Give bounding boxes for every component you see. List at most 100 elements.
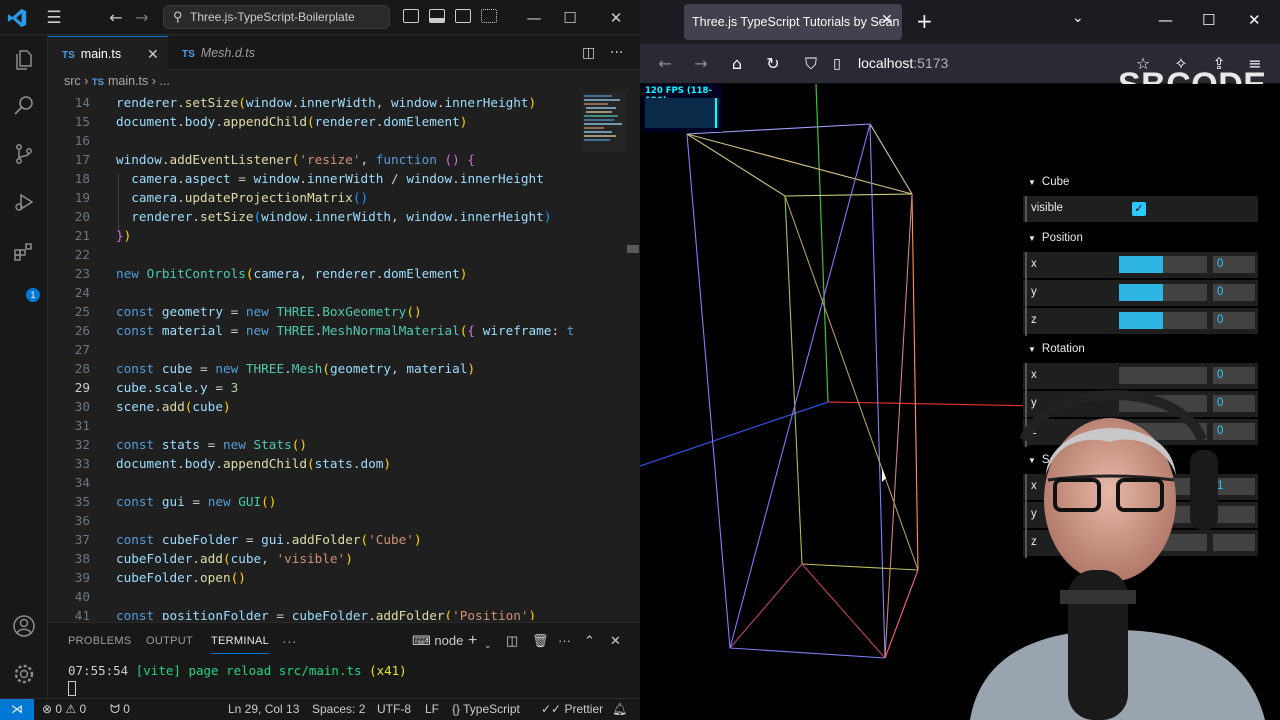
code-line[interactable]: 25 const geometry = new THREE.BoxGeometry… xyxy=(48,302,578,321)
breadcrumb-folder[interactable]: src xyxy=(64,74,81,88)
code-line[interactable]: 18 camera.aspect = window.innerWidth / w… xyxy=(48,169,578,188)
close-tab-icon[interactable]: ✕ xyxy=(147,37,159,71)
end-of-line[interactable]: LF xyxy=(425,699,439,720)
code-line[interactable]: 38 cubeFolder.add(cube, 'visible') xyxy=(48,549,578,568)
tab-output[interactable]: OUTPUT xyxy=(146,633,193,649)
toggle-panel-icon[interactable] xyxy=(429,9,445,23)
code-line[interactable]: 41 const positionFolder = cubeFolder.addF… xyxy=(48,606,578,620)
tab-problems[interactable]: PROBLEMS xyxy=(68,633,132,649)
code-line[interactable]: 39 cubeFolder.open() xyxy=(48,568,578,587)
new-terminal-icon[interactable]: + xyxy=(468,632,477,650)
maximize-panel-icon[interactable]: ⌃ xyxy=(584,632,595,650)
forward-arrow-icon[interactable]: → xyxy=(132,8,152,28)
minimap[interactable] xyxy=(582,92,626,152)
menu-icon[interactable]: ☰ xyxy=(42,9,66,27)
code-line[interactable]: 32 const stats = new Stats() xyxy=(48,435,578,454)
code-line[interactable]: 15 document.body.appendChild(renderer.dom… xyxy=(48,112,578,131)
encoding[interactable]: UTF-8 xyxy=(377,699,411,720)
code-line[interactable]: 31 xyxy=(48,416,578,435)
position-x-slider[interactable] xyxy=(1119,256,1207,273)
breadcrumb-file[interactable]: main.ts xyxy=(108,74,148,88)
code-line[interactable]: 30 scene.add(cube) xyxy=(48,397,578,416)
more-tabs-icon[interactable]: ··· xyxy=(282,633,297,649)
back-arrow-icon[interactable]: ← xyxy=(106,8,126,28)
tracking-shield-icon[interactable]: ⛉ xyxy=(800,54,822,74)
position-x-input[interactable]: 0 xyxy=(1213,256,1255,273)
tab-mesh-d-ts[interactable]: TS Mesh.d.ts xyxy=(168,36,278,70)
browser-tab[interactable]: Three.js TypeScript Tutorials by Sean xyxy=(684,4,902,40)
split-editor-icon[interactable]: ◫ xyxy=(582,44,595,62)
code-line[interactable]: 16 xyxy=(48,131,578,150)
command-center-search[interactable]: ⚲ Three.js-TypeScript-Boilerplate xyxy=(163,5,390,29)
source-control-icon[interactable] xyxy=(12,142,36,166)
code-line[interactable]: 20 renderer.setSize(window.innerWidth, w… xyxy=(48,207,578,226)
extensions-icon[interactable] xyxy=(12,240,36,264)
tab-terminal[interactable]: TERMINAL xyxy=(211,633,270,654)
code-line[interactable]: 22 xyxy=(48,245,578,264)
code-line[interactable]: 28 const cube = new THREE.Mesh(geometry, … xyxy=(48,359,578,378)
tab-main-ts[interactable]: TS main.ts ✕ xyxy=(48,36,168,70)
cursor-position[interactable]: Ln 29, Col 13 xyxy=(228,699,299,720)
language-mode[interactable]: {} TypeScript xyxy=(452,699,520,720)
more-actions-icon[interactable]: ··· xyxy=(558,632,571,650)
code-line[interactable]: 33 document.body.appendChild(stats.dom) xyxy=(48,454,578,473)
search-icon[interactable] xyxy=(12,94,36,118)
close-panel-icon[interactable]: ✕ xyxy=(610,632,621,650)
position-y-slider[interactable] xyxy=(1119,284,1207,301)
chevron-down-icon[interactable]: ⌄ xyxy=(484,636,492,654)
page-info-icon[interactable]: ▯ xyxy=(826,54,848,74)
code-editor[interactable]: 14 renderer.setSize(window.innerWidth, wi… xyxy=(48,90,578,620)
notifications-bell-icon[interactable]: 🔔︎ xyxy=(612,699,627,720)
terminal-selector[interactable]: ⌨ node xyxy=(412,632,463,650)
settings-gear-icon[interactable] xyxy=(12,662,36,686)
code-line[interactable]: 40 xyxy=(48,587,578,606)
code-line[interactable]: 24 xyxy=(48,283,578,302)
explorer-icon[interactable] xyxy=(12,48,36,72)
code-line[interactable]: 37 const cubeFolder = gui.addFolder('Cube… xyxy=(48,530,578,549)
fps-stats-panel[interactable]: 120 FPS (118-120) xyxy=(642,84,722,132)
more-actions-icon[interactable]: ··· xyxy=(610,44,623,62)
code-line[interactable]: 36 xyxy=(48,511,578,530)
code-line[interactable]: 14 renderer.setSize(window.innerWidth, wi… xyxy=(48,93,578,112)
kill-terminal-icon[interactable]: 🗑 xyxy=(532,632,549,650)
code-line[interactable]: 21}) xyxy=(48,226,578,245)
folder-cube[interactable]: ▼ Cube xyxy=(1023,170,1069,194)
code-line[interactable]: 17 window.addEventListener('resize', func… xyxy=(48,150,578,169)
breadcrumb-symbols[interactable]: › ... xyxy=(152,74,170,88)
editor-scrollbar[interactable] xyxy=(627,245,639,253)
position-z-slider[interactable] xyxy=(1119,312,1207,329)
list-all-tabs-icon[interactable]: ⌄ xyxy=(1072,10,1084,26)
remote-icon[interactable]: ⋊ xyxy=(0,699,34,720)
code-line[interactable]: 26 const material = new THREE.MeshNormalM… xyxy=(48,321,578,340)
maximize-icon[interactable]: ☐ xyxy=(560,8,580,28)
customize-layout-icon[interactable] xyxy=(481,9,497,23)
forward-arrow-icon[interactable]: → xyxy=(690,54,712,74)
code-line[interactable]: 19 camera.updateProjectionMatrix() xyxy=(48,188,578,207)
toggle-sidebar-icon[interactable] xyxy=(403,9,419,23)
ports-status[interactable]: ᗢ 0 xyxy=(110,699,130,720)
close-icon[interactable]: ✕ xyxy=(606,8,626,28)
code-line[interactable]: 34 xyxy=(48,473,578,492)
code-line[interactable]: 35 const gui = new GUI() xyxy=(48,492,578,511)
url-bar[interactable]: localhost:5173 xyxy=(858,55,948,71)
minimize-icon[interactable]: — xyxy=(524,8,544,28)
visible-checkbox[interactable]: ✓ xyxy=(1132,202,1146,216)
run-debug-icon[interactable] xyxy=(12,190,36,214)
code-line[interactable]: 27 xyxy=(48,340,578,359)
indentation[interactable]: Spaces: 2 xyxy=(312,699,365,720)
maximize-icon[interactable]: ☐ xyxy=(1202,11,1215,29)
vscode-logo-icon[interactable] xyxy=(6,7,28,29)
split-terminal-icon[interactable]: ◫ xyxy=(506,632,518,650)
home-icon[interactable]: ⌂ xyxy=(726,54,748,74)
close-tab-icon[interactable]: ✕ xyxy=(881,12,893,28)
folder-position[interactable]: ▼ Position xyxy=(1023,226,1083,250)
reload-icon[interactable]: ↻ xyxy=(762,54,784,74)
position-z-input[interactable]: 0 xyxy=(1213,312,1255,329)
problems-status[interactable]: ⊗ 0 ⚠ 0 xyxy=(42,699,86,720)
new-tab-icon[interactable]: + xyxy=(916,10,933,32)
back-arrow-icon[interactable]: ← xyxy=(654,54,676,74)
close-window-icon[interactable]: ✕ xyxy=(1248,11,1261,29)
prettier-status[interactable]: ✓✓ Prettier xyxy=(541,699,603,720)
toggle-secondary-sidebar-icon[interactable] xyxy=(455,9,471,23)
minimize-icon[interactable]: — xyxy=(1158,11,1173,29)
